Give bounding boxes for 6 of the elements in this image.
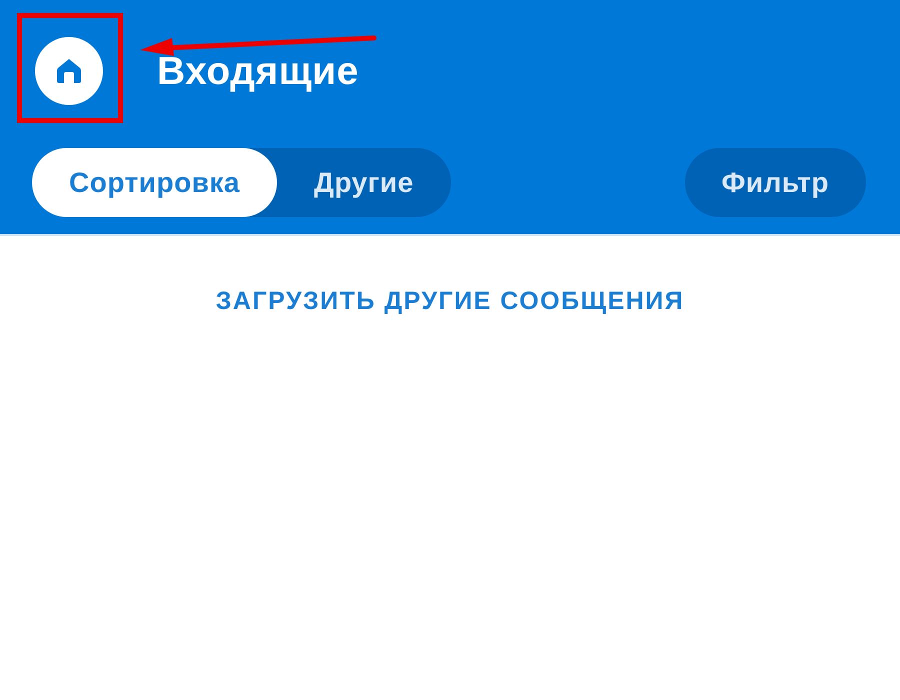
page-title: Входящие	[157, 52, 359, 90]
tab[interactable]: Сортировка	[32, 148, 277, 217]
filter-button[interactable]: Фильтр	[684, 148, 866, 217]
load-more-link[interactable]: ЗАГРУЗИТЬ ДРУГИЕ СООБЩЕНИЯ	[216, 283, 684, 320]
tab[interactable]: Другие	[277, 148, 451, 217]
home-icon	[55, 57, 83, 85]
